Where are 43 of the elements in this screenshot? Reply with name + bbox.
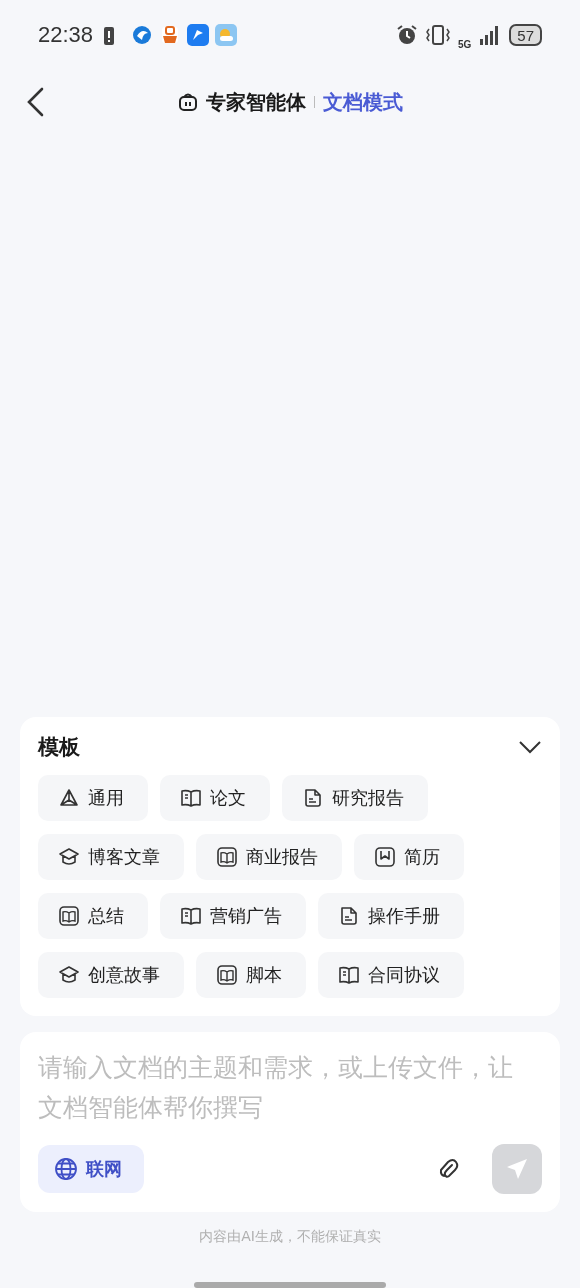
cap-icon bbox=[58, 846, 80, 868]
template-chip[interactable]: 合同协议 bbox=[318, 952, 464, 998]
app-icon bbox=[187, 24, 210, 46]
template-chip[interactable]: 简历 bbox=[354, 834, 464, 880]
book-icon bbox=[180, 787, 202, 809]
template-chip[interactable]: 商业报告 bbox=[196, 834, 342, 880]
send-icon bbox=[505, 1157, 529, 1181]
template-chip[interactable]: 博客文章 bbox=[38, 834, 184, 880]
cap-icon bbox=[58, 964, 80, 986]
book-icon bbox=[180, 905, 202, 927]
template-chip[interactable]: 操作手册 bbox=[318, 893, 464, 939]
battery-alert-icon bbox=[103, 25, 116, 45]
page-icon bbox=[302, 787, 324, 809]
clock-time: 22:38 bbox=[38, 22, 94, 48]
template-chip[interactable]: 论文 bbox=[160, 775, 270, 821]
template-chip[interactable]: 创意故事 bbox=[38, 952, 184, 998]
agent-name: 专家智能体 bbox=[205, 88, 306, 116]
book-icon bbox=[338, 964, 360, 986]
framed-book-icon bbox=[216, 964, 238, 986]
prompt-field[interactable]: 请输入文档的主题和需求，或上传文件，让文档智能体帮你撰写 联网 bbox=[20, 1032, 560, 1212]
bookmark-icon bbox=[374, 846, 396, 868]
template-chip[interactable]: 脚本 bbox=[196, 952, 306, 998]
vibrate-icon bbox=[425, 24, 450, 46]
framed-book-icon bbox=[58, 905, 80, 927]
web-search-toggle[interactable]: 联网 bbox=[38, 1145, 144, 1193]
network-type: 5G bbox=[457, 38, 472, 50]
framed-book-icon bbox=[216, 846, 238, 868]
mode-label[interactable]: 文档模式 bbox=[322, 88, 403, 116]
triangle-icon bbox=[58, 787, 80, 809]
template-chip[interactable]: 研究报告 bbox=[282, 775, 428, 821]
template-chip[interactable]: 总结 bbox=[38, 893, 148, 939]
disclaimer-text: 内容由AI生成，不能保证真实 bbox=[198, 1228, 382, 1246]
robot-icon bbox=[177, 92, 198, 112]
globe-icon bbox=[54, 1157, 78, 1181]
app-icon bbox=[131, 24, 154, 46]
template-chip[interactable]: 通用 bbox=[38, 775, 148, 821]
template-chip[interactable]: 营销广告 bbox=[160, 893, 306, 939]
panel-title: 模板 bbox=[38, 734, 80, 761]
page-icon bbox=[338, 905, 360, 927]
weather-app-icon bbox=[215, 24, 238, 46]
alarm-icon bbox=[395, 24, 418, 46]
chevron-down-icon[interactable] bbox=[518, 740, 542, 754]
battery-level: 57 bbox=[509, 24, 542, 46]
